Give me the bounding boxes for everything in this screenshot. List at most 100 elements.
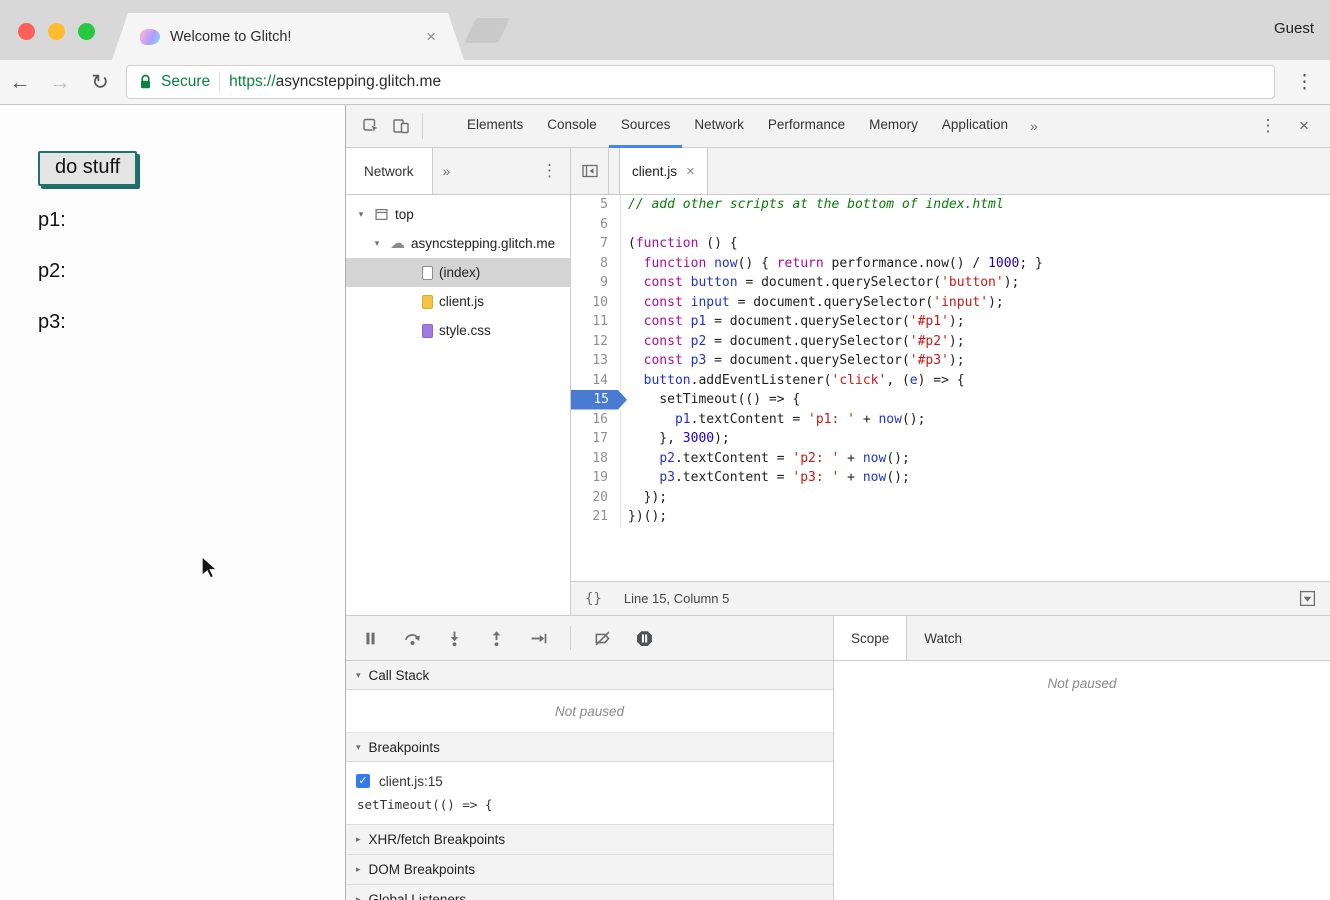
tab-close-icon[interactable]: × <box>426 28 436 45</box>
inspect-element-icon[interactable] <box>356 112 386 140</box>
line-number[interactable]: 21 <box>571 507 621 527</box>
caret-down-icon[interactable]: ▾ <box>354 209 368 220</box>
breakpoint-snippet[interactable]: setTimeout(() => { <box>357 797 823 815</box>
navigator-menu-icon[interactable]: ⋮ <box>529 148 570 194</box>
tree-item-index[interactable]: (index) <box>346 258 570 287</box>
tree-item-client-js[interactable]: client.js <box>346 287 570 316</box>
address-bar[interactable]: Secure https://asyncstepping.glitch.me <box>126 65 1275 99</box>
tree-item-style-css[interactable]: style.css <box>346 316 570 345</box>
code-text[interactable]: setTimeout(() => { <box>621 390 800 410</box>
code-text[interactable]: const button = document.querySelector('b… <box>621 273 1019 293</box>
navigator-sidebar: Network » ⋮ ▾top▾☁asyncstepping.glitch.m… <box>346 148 571 615</box>
hide-navigator-icon[interactable] <box>571 148 609 194</box>
tab-title: Welcome to Glitch! <box>170 29 416 45</box>
line-number[interactable]: 7 <box>571 234 621 254</box>
code-text[interactable]: const p2 = document.querySelector('#p2')… <box>621 332 965 352</box>
code-text[interactable]: p1.textContent = 'p1: ' + now(); <box>621 410 925 430</box>
navigator-tab-network[interactable]: Network <box>346 148 433 194</box>
code-text[interactable]: // add other scripts at the bottom of in… <box>621 195 1004 215</box>
browser-tab[interactable]: Welcome to Glitch! × <box>112 13 464 60</box>
devtools-tab-sources[interactable]: Sources <box>609 105 683 148</box>
code-text[interactable]: p2.textContent = 'p2: ' + now(); <box>621 449 910 469</box>
caret-down-icon[interactable]: ▾ <box>370 238 384 249</box>
back-button[interactable]: ← <box>0 72 40 93</box>
browser-menu-icon[interactable]: ⋮ <box>1295 71 1314 94</box>
editor-tab-client-js[interactable]: client.js × <box>619 148 708 194</box>
line-number[interactable]: 8 <box>571 254 621 274</box>
do-stuff-button[interactable]: do stuff <box>38 151 137 186</box>
code-text[interactable]: const p3 = document.querySelector('#p3')… <box>621 351 965 371</box>
line-number[interactable]: 18 <box>571 449 621 469</box>
zoom-window-button[interactable] <box>78 23 95 40</box>
editor-tab-close-icon[interactable]: × <box>686 163 695 180</box>
step-over-icon[interactable] <box>404 630 421 647</box>
step-out-icon[interactable] <box>488 630 505 647</box>
code-line-17: 17 }, 3000); <box>571 429 1330 449</box>
navigator-more-tabs-icon[interactable]: » <box>433 148 461 194</box>
devtools-close-icon[interactable]: × <box>1288 116 1320 136</box>
devtools-tab-network[interactable]: Network <box>682 105 756 148</box>
devtools-tab-application[interactable]: Application <box>930 105 1020 148</box>
pause-icon[interactable] <box>362 630 379 647</box>
line-number[interactable]: 19 <box>571 468 621 488</box>
deactivate-breakpoints-icon[interactable] <box>594 630 611 647</box>
global-listeners-header[interactable]: ▸Global Listeners <box>346 885 833 900</box>
forward-button[interactable]: → <box>40 72 80 93</box>
tree-item-asyncstepping-glitch-me[interactable]: ▾☁asyncstepping.glitch.me <box>346 229 570 258</box>
line-number[interactable]: 9 <box>571 273 621 293</box>
line-number[interactable]: 6 <box>571 215 621 235</box>
reload-button[interactable]: ↻ <box>80 72 120 93</box>
line-number[interactable]: 11 <box>571 312 621 332</box>
breakpoints-header[interactable]: ▾ Breakpoints <box>346 733 833 762</box>
devtools-toolbar-right: ⋮ × <box>1252 116 1320 136</box>
pretty-print-icon[interactable]: {} <box>585 591 602 607</box>
close-window-button[interactable] <box>18 23 35 40</box>
breakpoint-checkbox[interactable]: ✓ <box>356 774 370 788</box>
new-tab-button[interactable] <box>464 18 510 43</box>
line-number[interactable]: 5 <box>571 195 621 215</box>
code-text[interactable]: }); <box>621 488 667 508</box>
breakpoints-title: Breakpoints <box>369 740 440 755</box>
code-text[interactable]: })(); <box>621 507 667 527</box>
sidebar-tab-watch[interactable]: Watch <box>907 616 979 660</box>
line-number[interactable]: 20 <box>571 488 621 508</box>
minimize-window-button[interactable] <box>48 23 65 40</box>
breakpoint-line-number[interactable]: 15 <box>571 390 627 410</box>
code-text[interactable]: const input = document.querySelector('in… <box>621 293 1004 313</box>
step-icon[interactable] <box>530 630 547 647</box>
code-line-13: 13 const p3 = document.querySelector('#p… <box>571 351 1330 371</box>
line-number[interactable]: 16 <box>571 410 621 430</box>
device-toolbar-icon[interactable] <box>386 112 416 140</box>
tree-item-top[interactable]: ▾top <box>346 200 570 229</box>
code-text[interactable]: const p1 = document.querySelector('#p1')… <box>621 312 965 332</box>
pause-on-exceptions-icon[interactable] <box>636 630 653 647</box>
line-number[interactable]: 10 <box>571 293 621 313</box>
devtools-tab-memory[interactable]: Memory <box>857 105 930 148</box>
code-editor[interactable]: 5// add other scripts at the bottom of i… <box>571 195 1330 581</box>
xhr-fetch-breakpoints-header[interactable]: ▸XHR/fetch Breakpoints <box>346 825 833 855</box>
sidebar-tab-scope[interactable]: Scope <box>834 616 907 660</box>
editor-statusbar: {} Line 15, Column 5 <box>571 581 1330 615</box>
code-text[interactable]: function now() { return performance.now(… <box>621 254 1043 274</box>
line-number[interactable]: 13 <box>571 351 621 371</box>
code-text[interactable]: p3.textContent = 'p3: ' + now(); <box>621 468 910 488</box>
code-text[interactable]: }, 3000); <box>621 429 730 449</box>
line-number[interactable]: 12 <box>571 332 621 352</box>
dom-breakpoints-header[interactable]: ▸DOM Breakpoints <box>346 855 833 885</box>
devtools-tab-console[interactable]: Console <box>535 105 609 148</box>
line-number[interactable]: 14 <box>571 371 621 391</box>
devtools-tab-performance[interactable]: Performance <box>756 105 857 148</box>
code-text[interactable] <box>621 215 628 235</box>
devtools-tab-elements[interactable]: Elements <box>455 105 535 148</box>
code-text[interactable]: button.addEventListener('click', (e) => … <box>621 371 965 391</box>
lock-icon <box>139 74 152 90</box>
call-stack-header[interactable]: ▾ Call Stack <box>346 661 833 690</box>
code-line-14: 14 button.addEventListener('click', (e) … <box>571 371 1330 391</box>
code-text[interactable]: (function () { <box>621 234 738 254</box>
bottom-panel-toggle-icon[interactable] <box>1299 590 1316 607</box>
more-tabs-icon[interactable]: » <box>1020 118 1048 134</box>
step-into-icon[interactable] <box>446 630 463 647</box>
devtools-menu-icon[interactable]: ⋮ <box>1252 116 1284 136</box>
mouse-cursor <box>200 555 220 581</box>
line-number[interactable]: 17 <box>571 429 621 449</box>
